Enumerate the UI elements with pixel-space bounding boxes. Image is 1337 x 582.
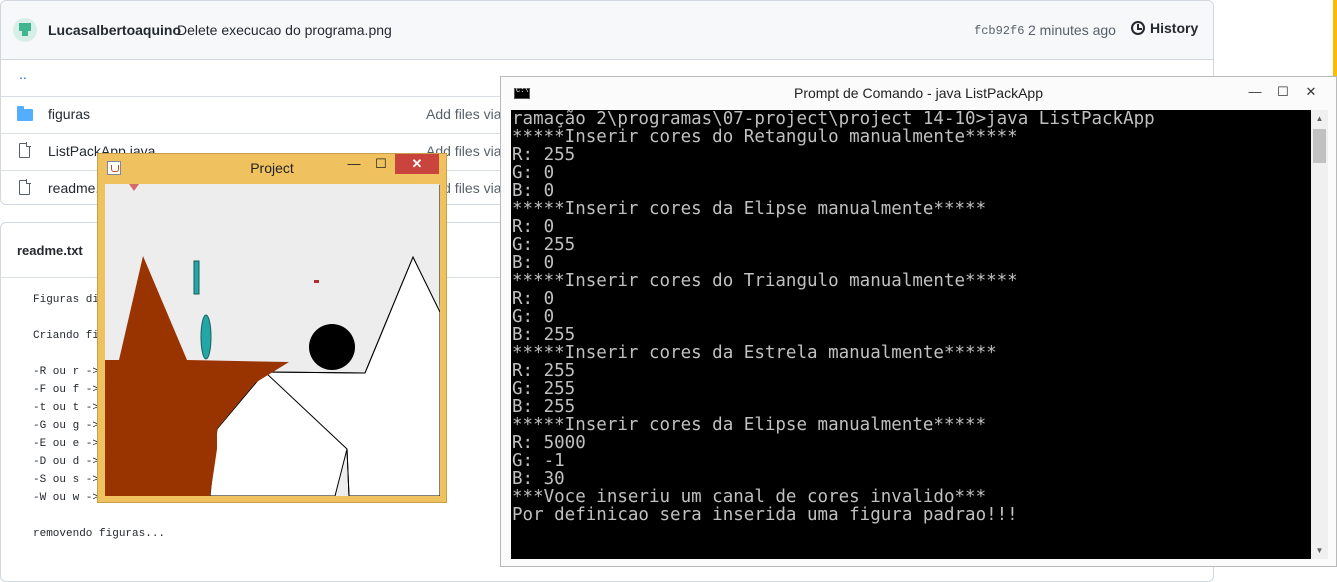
readme-line: -R ou r -> xyxy=(33,366,100,378)
console-line: ramação 2\programas\07-project\project 1… xyxy=(512,110,1155,129)
folder-icon xyxy=(17,106,33,121)
teal-rectangle-shape xyxy=(193,260,200,295)
close-button[interactable]: ✕ xyxy=(395,154,439,174)
project-titlebar[interactable]: Project — ☐ ✕ xyxy=(98,154,446,183)
parent-directory-link[interactable]: .. xyxy=(19,66,27,82)
command-prompt-window: Prompt de Comando - java ListPackApp — ☐… xyxy=(500,76,1337,567)
readme-line: -E ou e -> xyxy=(33,438,100,450)
console-scrollbar[interactable]: ▲ ▼ xyxy=(1311,110,1328,559)
console-line: G: 255 xyxy=(512,235,576,255)
minimize-button[interactable]: — xyxy=(1241,82,1269,102)
latest-commit-bar: Lucasalbertoaquino Delete execucao do pr… xyxy=(1,1,1213,60)
console-line: Por definicao sera inserida uma figura p… xyxy=(512,505,1018,525)
console-line: G: 255 xyxy=(512,379,576,399)
readme-line: -G ou g -> xyxy=(33,420,100,432)
drawing-canvas[interactable] xyxy=(105,184,440,496)
console-line: G: 0 xyxy=(512,163,555,183)
commit-message-link[interactable]: Delete execucao do programa.png xyxy=(177,22,392,38)
close-button[interactable]: ✕ xyxy=(1297,82,1325,102)
history-label: History xyxy=(1150,20,1199,36)
console-line: R: 0 xyxy=(512,289,555,309)
tiny-red-rectangle-shape xyxy=(314,280,319,283)
console-line: *****Inserir cores da Estrela manualment… xyxy=(512,343,997,363)
console-line: G: 0 xyxy=(512,307,555,327)
console-line: B: 0 xyxy=(512,253,555,273)
drawing-svg xyxy=(105,184,440,496)
readme-line: -t ou t -> xyxy=(33,402,100,414)
console-line: B: 30 xyxy=(512,469,565,489)
small-triangle-shape xyxy=(129,184,139,191)
commit-author-link[interactable]: Lucasalbertoaquino xyxy=(48,22,181,38)
console-line: G: -1 xyxy=(512,451,565,471)
commit-sha-link[interactable]: fcb92f6 xyxy=(974,24,1024,38)
history-button[interactable]: History xyxy=(1131,20,1198,36)
minimize-button[interactable]: — xyxy=(341,154,367,174)
avatar[interactable] xyxy=(13,18,37,42)
file-icon xyxy=(19,142,31,158)
console-line: B: 255 xyxy=(512,325,576,345)
cmd-window-title: Prompt de Comando - java ListPackApp xyxy=(793,85,1043,101)
file-commit-message[interactable]: Add files via xyxy=(426,106,501,122)
console-line: B: 255 xyxy=(512,397,576,417)
file-name-link[interactable]: readme. xyxy=(48,180,99,196)
console-line: R: 255 xyxy=(512,145,576,165)
scroll-down-arrow-icon[interactable]: ▼ xyxy=(1311,542,1328,559)
console-line: R: 5000 xyxy=(512,433,586,453)
console-line: R: 0 xyxy=(512,217,555,237)
project-window: Project — ☐ ✕ xyxy=(97,153,447,503)
readme-line: -D ou d -> xyxy=(33,456,100,468)
readme-line: -F ou f -> xyxy=(33,384,100,396)
maximize-button[interactable]: ☐ xyxy=(368,154,394,174)
readme-line: -S ou s -> xyxy=(33,474,100,486)
readme-line: Figuras di xyxy=(33,294,100,306)
maximize-button[interactable]: ☐ xyxy=(1269,82,1297,102)
console-line: R: 255 xyxy=(512,361,576,381)
readme-line: Criando fi xyxy=(33,330,100,342)
scroll-up-arrow-icon[interactable]: ▲ xyxy=(1311,110,1328,127)
commit-time: 2 minutes ago xyxy=(1028,22,1116,38)
console-output[interactable]: ramação 2\programas\07-project\project 1… xyxy=(511,110,1311,559)
file-icon xyxy=(19,179,31,195)
console-line: *****Inserir cores do Triangulo manualme… xyxy=(512,271,1018,291)
readme-title: readme.txt xyxy=(17,243,83,258)
teal-ellipse-shape xyxy=(200,314,212,360)
page-scroll-indicator xyxy=(1333,0,1337,76)
console-line: B: 0 xyxy=(512,181,555,201)
readme-line: -W ou w -> xyxy=(33,492,100,504)
console-line: *****Inserir cores da Elipse manualmente… xyxy=(512,199,987,219)
readme-line: removendo figuras... xyxy=(33,528,166,540)
console-line: *****Inserir cores da Elipse manualmente… xyxy=(512,415,987,435)
file-name-link[interactable]: figuras xyxy=(48,106,90,122)
scroll-thumb[interactable] xyxy=(1313,129,1326,163)
cmd-titlebar[interactable]: Prompt de Comando - java ListPackApp — ☐… xyxy=(501,77,1336,110)
history-clock-icon xyxy=(1131,21,1145,35)
console-line: *****Inserir cores do Retangulo manualme… xyxy=(512,127,1018,147)
black-circle-shape xyxy=(309,324,355,370)
console-line: ***Voce inseriu um canal de cores invali… xyxy=(512,487,987,507)
